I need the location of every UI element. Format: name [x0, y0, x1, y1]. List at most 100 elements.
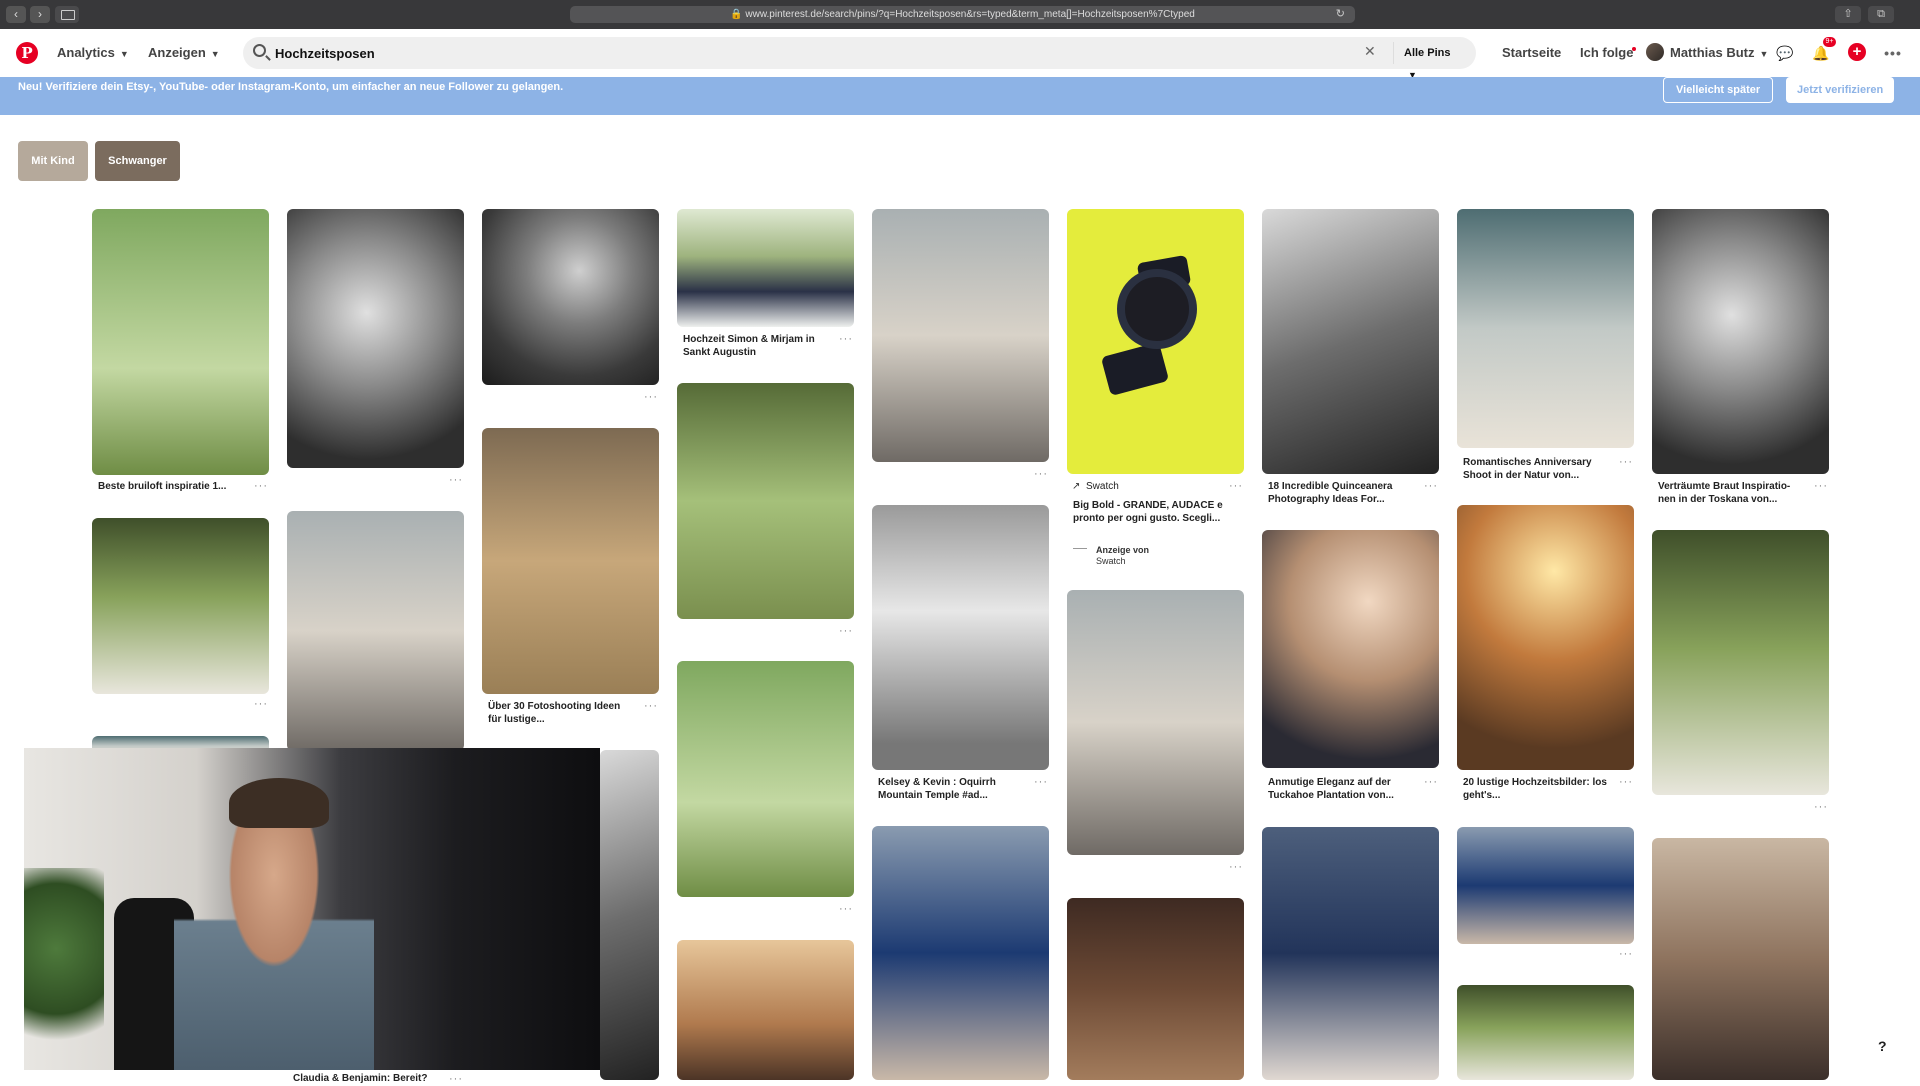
pin-caption: Über 30 Fotoshooting Ideen für lustige..…	[488, 701, 621, 725]
more-icon[interactable]: ···	[1619, 948, 1633, 960]
pin[interactable]	[1652, 209, 1829, 474]
pin[interactable]	[287, 209, 464, 468]
watch-face	[1117, 269, 1197, 349]
pin[interactable]	[872, 826, 1049, 1080]
home-link[interactable]: Startseite	[1502, 45, 1561, 60]
more-icon[interactable]: ···	[839, 333, 853, 345]
filter-mit-kind[interactable]: Mit Kind	[18, 141, 88, 181]
verification-banner: Neu! Verifiziere dein Etsy-, YouTube- od…	[0, 77, 1920, 115]
pin[interactable]	[677, 661, 854, 897]
pin[interactable]	[872, 505, 1049, 770]
pin[interactable]	[1067, 590, 1244, 855]
search-scope-dropdown[interactable]: Alle Pins ▼	[1393, 42, 1476, 80]
pin[interactable]	[92, 518, 269, 694]
pin[interactable]	[1457, 209, 1634, 448]
following-link[interactable]: Ich folge	[1580, 45, 1633, 60]
more-icon[interactable]: ···	[839, 625, 853, 637]
pin[interactable]	[872, 209, 1049, 462]
chevron-down-icon: ▼	[210, 49, 220, 59]
more-options-icon[interactable]: •••	[1883, 43, 1903, 63]
watch-strap	[1100, 341, 1170, 397]
user-menu[interactable]: Matthias Butz ▼	[1670, 45, 1768, 60]
nav-ads[interactable]: Anzeigen ▼	[148, 45, 220, 60]
more-icon[interactable]: ···	[644, 391, 658, 403]
promoted-arrow-icon: ↗	[1072, 481, 1081, 492]
pin-caption: Romantisches Anniversary Shoot in der Na…	[1463, 457, 1592, 481]
plant	[24, 868, 104, 1070]
pinterest-logo[interactable]: P	[16, 42, 38, 64]
pin[interactable]	[677, 383, 854, 619]
more-icon[interactable]: ···	[254, 480, 268, 492]
more-icon[interactable]: ···	[1619, 456, 1633, 468]
more-icon[interactable]: ···	[1814, 801, 1828, 813]
ad-by-name: Swatch	[1096, 556, 1126, 566]
help-icon[interactable]: ?	[1878, 1038, 1887, 1054]
url-text: www.pinterest.de/search/pins/?q=Hochzeit…	[745, 9, 1195, 20]
pin-caption: Big Bold - GRANDE, AUDACE e pronto per o…	[1073, 500, 1223, 524]
nav-ads-label: Anzeigen	[148, 45, 206, 60]
tabs-icon[interactable]: ⧉	[1868, 6, 1894, 23]
pin-caption: Hochzeit Simon & Mirjam in Sankt Augusti…	[683, 334, 815, 358]
presenter	[174, 788, 374, 1070]
pin[interactable]	[677, 209, 854, 327]
more-icon[interactable]: ···	[449, 474, 463, 486]
forward-arrow-icon[interactable]: ›	[30, 6, 50, 23]
more-icon[interactable]: ···	[254, 698, 268, 710]
search-input[interactable]	[275, 37, 1275, 69]
pin[interactable]	[1262, 209, 1439, 474]
more-icon[interactable]: ···	[839, 903, 853, 915]
search-scope-label: Alle Pins	[1404, 47, 1451, 59]
pin[interactable]	[482, 209, 659, 385]
pin[interactable]	[1652, 530, 1829, 795]
more-icon[interactable]: ···	[1424, 776, 1438, 788]
back-arrow-icon[interactable]: ‹	[6, 6, 26, 23]
reload-icon[interactable]: ↻	[1336, 6, 1345, 23]
avatar[interactable]	[1646, 43, 1664, 61]
messages-icon[interactable]: 💬	[1775, 43, 1795, 63]
more-icon[interactable]: ···	[1034, 776, 1048, 788]
pin-ad-watch[interactable]	[1067, 209, 1244, 474]
browser-toolbar: ‹ › 🔒 www.pinterest.de/search/pins/?q=Ho…	[0, 0, 1920, 29]
more-icon[interactable]: ···	[1619, 776, 1633, 788]
pin[interactable]	[677, 940, 854, 1080]
clear-icon[interactable]: ✕	[1364, 43, 1376, 60]
pin[interactable]	[1262, 530, 1439, 768]
verify-now-button[interactable]: Jetzt verifizieren	[1786, 77, 1895, 103]
search-icon	[253, 44, 266, 57]
pin[interactable]	[1262, 827, 1439, 1080]
banner-text: Neu! Verifiziere dein Etsy-, YouTube- od…	[18, 81, 564, 93]
nav-analytics[interactable]: Analytics ▼	[57, 45, 129, 60]
chevron-down-icon: ▼	[1759, 49, 1769, 59]
more-icon[interactable]: ···	[1034, 468, 1048, 480]
pin[interactable]	[1457, 827, 1634, 944]
pin[interactable]	[287, 511, 464, 751]
more-icon[interactable]: ···	[1814, 480, 1828, 492]
sidebar-toggle-icon[interactable]	[55, 6, 79, 23]
pin[interactable]	[1457, 505, 1634, 770]
more-icon[interactable]: ···	[1424, 480, 1438, 492]
more-icon[interactable]: ···	[644, 700, 658, 712]
share-icon[interactable]: ⇧	[1835, 6, 1861, 23]
more-icon[interactable]: ···	[1229, 861, 1243, 873]
advertiser-logo	[1073, 548, 1087, 556]
pin[interactable]	[1652, 838, 1829, 1080]
notifications-badge: 9+	[1823, 37, 1836, 47]
pin-caption: Beste bruiloft inspiratie 1...	[98, 481, 227, 492]
pin[interactable]	[482, 428, 659, 694]
following-indicator	[1632, 47, 1636, 51]
pin[interactable]	[600, 750, 659, 1080]
pin[interactable]	[92, 209, 269, 475]
maybe-later-button[interactable]: Vielleicht später	[1663, 77, 1774, 103]
nav-analytics-label: Analytics	[57, 45, 115, 60]
pin-caption: 18 Incredible Quinceanera Photography Id…	[1268, 481, 1393, 505]
create-plus-icon[interactable]: +	[1848, 43, 1866, 61]
pin[interactable]	[1067, 898, 1244, 1080]
ad-by-label: Anzeige von	[1096, 545, 1150, 555]
pin[interactable]	[1457, 985, 1634, 1080]
more-icon[interactable]: ···	[1229, 480, 1243, 492]
pin-caption: Anmutige Eleganz auf der Tuckahoe Planta…	[1268, 777, 1394, 801]
filter-schwanger[interactable]: Schwanger	[95, 141, 180, 181]
chevron-down-icon: ▼	[119, 49, 129, 59]
address-bar[interactable]: 🔒 www.pinterest.de/search/pins/?q=Hochze…	[570, 6, 1355, 23]
more-icon[interactable]: ···	[449, 1073, 463, 1085]
